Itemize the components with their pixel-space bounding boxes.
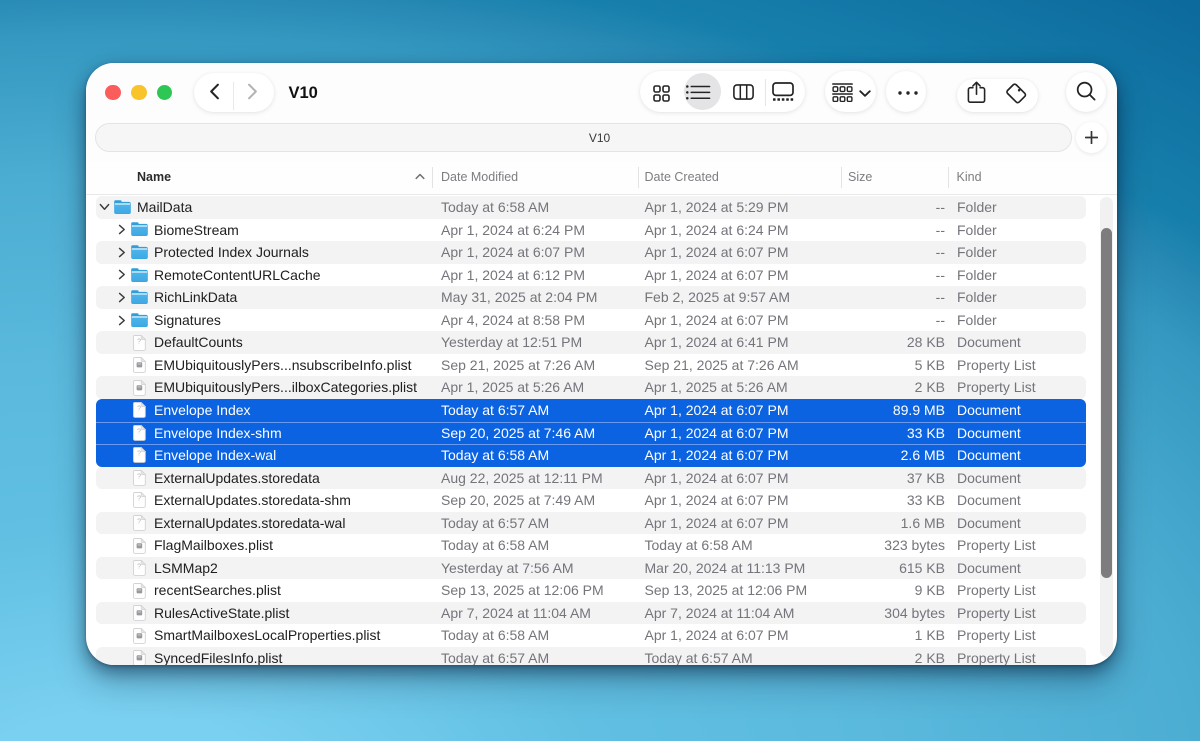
svg-text:?: ? xyxy=(137,519,141,526)
svg-text:?: ? xyxy=(137,451,141,458)
svg-text:?: ? xyxy=(137,406,141,413)
svg-text:?: ? xyxy=(137,496,141,503)
svg-text:?: ? xyxy=(137,428,141,435)
svg-text:?: ? xyxy=(137,564,141,571)
svg-text:?: ? xyxy=(137,473,141,480)
svg-text:?: ? xyxy=(137,338,141,345)
